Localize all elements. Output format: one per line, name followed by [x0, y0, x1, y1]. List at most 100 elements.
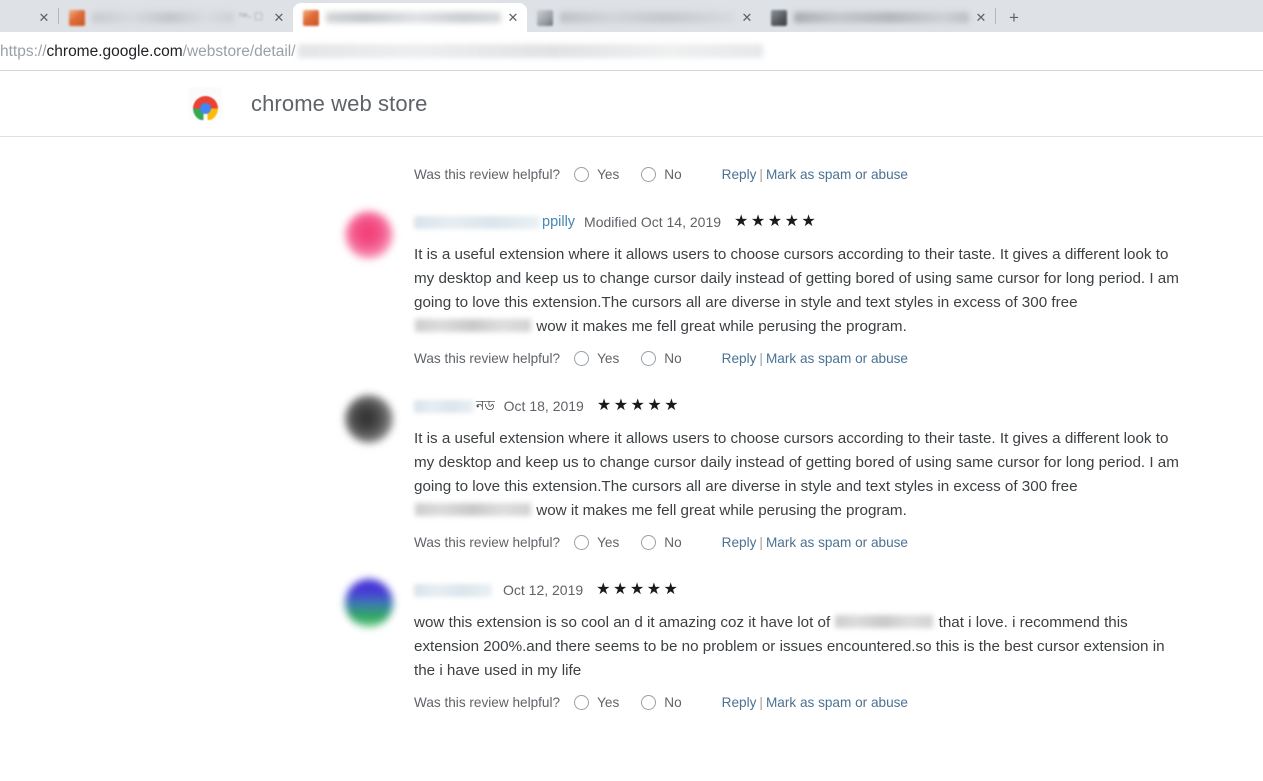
review-body-3: Oct 12, 2019 ★★★★★ wow this extension is…	[414, 579, 1223, 739]
new-tab-button[interactable]: +	[1000, 3, 1028, 31]
mark-spam-link-3[interactable]: Mark as spam or abuse	[766, 695, 908, 710]
author-name-redacted-1	[414, 215, 540, 229]
review-body-2: নড Oct 18, 2019 ★★★★★ It is a useful ext…	[414, 395, 1223, 579]
helpful-yes-option-2[interactable]: Yes	[574, 534, 620, 550]
mark-spam-link-2[interactable]: Mark as spam or abuse	[766, 535, 908, 550]
page-content: chrome web store Was this review helpful…	[0, 71, 1263, 781]
review-text-after-2: wow it makes me fell great while perusin…	[532, 502, 907, 519]
site-title[interactable]: chrome web store	[251, 91, 427, 117]
review-meta-2: নড Oct 18, 2019 ★★★★★	[414, 395, 1223, 417]
helpful-no-option-3[interactable]: No	[641, 694, 682, 710]
browser-tab-4[interactable]: ✕	[527, 3, 761, 32]
tab-title-redacted-5	[794, 12, 969, 23]
helpful-no-option-0[interactable]: No	[641, 166, 682, 182]
url-host: chrome.google.com	[46, 42, 183, 60]
author-name-2[interactable]: নড	[476, 394, 495, 418]
radio-yes-icon-3[interactable]	[574, 694, 590, 710]
mark-spam-link-1[interactable]: Mark as spam or abuse	[766, 351, 908, 366]
helpful-yes-option-0[interactable]: Yes	[574, 166, 620, 182]
avatar-pink	[345, 211, 393, 259]
action-separator-0: |	[759, 166, 763, 182]
avatar-dark	[345, 395, 393, 443]
omnibox-bar[interactable]: https://chrome.google.com/webstore/detai…	[0, 32, 1263, 71]
radio-yes-icon-0[interactable]	[574, 166, 590, 182]
review-item-3: Oct 12, 2019 ★★★★★ wow this extension is…	[0, 579, 1263, 739]
star-rating-1: ★★★★★	[734, 213, 819, 230]
browser-tab-3-active[interactable]: ✕	[293, 3, 527, 32]
review-text-redaction-2	[415, 503, 531, 516]
review-actions-1: Reply | Mark as spam or abuse	[722, 351, 908, 366]
radio-yes-icon-2[interactable]	[574, 534, 590, 550]
tab-favicon-icon-3	[303, 9, 319, 26]
helpful-no-label-2: No	[664, 534, 682, 550]
helpful-yes-label-3: Yes	[597, 694, 620, 710]
helpful-no-label-3: No	[664, 694, 682, 710]
helpful-question-3: Was this review helpful?	[414, 694, 561, 710]
review-meta-3: Oct 12, 2019 ★★★★★	[414, 579, 1223, 601]
tab-favicon-icon-5	[771, 9, 787, 26]
reviews-list: Was this review helpful? Yes No Reply | Ma…	[0, 137, 1263, 739]
review-body-1: ppilly Modified Oct 14, 2019 ★★★★★ It is…	[414, 211, 1223, 395]
action-separator-3: |	[759, 694, 763, 710]
helpful-row-1: Was this review helpful? Yes No Reply | Ma…	[414, 347, 1223, 369]
url-path: /webstore/detail/	[182, 42, 296, 60]
radio-no-icon-0[interactable]	[641, 166, 657, 182]
browser-tab-5[interactable]: ✕	[761, 3, 995, 32]
reply-link-0[interactable]: Reply	[722, 167, 757, 182]
chrome-web-store-header: chrome web store	[0, 71, 1263, 137]
browser-tab-strip: ✕ ™- ☐ ✕ ✕ ✕ ✕ +	[0, 0, 1263, 32]
tab-favicon-icon-2	[69, 9, 85, 26]
tab-close-icon-5[interactable]: ✕	[973, 10, 989, 26]
tab-title-redacted-4	[560, 12, 735, 23]
author-name-redacted-2	[414, 399, 474, 413]
url-remainder-redacted	[297, 43, 763, 58]
tab-favicon-icon-4	[537, 9, 553, 26]
author-name-1[interactable]: ppilly	[542, 214, 575, 230]
review-meta-1: ppilly Modified Oct 14, 2019 ★★★★★	[414, 211, 1223, 233]
radio-no-icon-3[interactable]	[641, 694, 657, 710]
omnibox-url-text[interactable]: https://chrome.google.com/webstore/detai…	[0, 42, 763, 61]
review-actions-0: Reply | Mark as spam or abuse	[722, 167, 908, 182]
url-scheme: https://	[0, 42, 47, 60]
tab-close-icon-1[interactable]: ✕	[36, 10, 52, 26]
review-text-after-1: wow it makes me fell great while perusin…	[532, 318, 907, 335]
review-item-1: ppilly Modified Oct 14, 2019 ★★★★★ It is…	[0, 211, 1263, 395]
review-text-2: It is a useful extension where it allows…	[414, 427, 1186, 523]
helpful-yes-option-1[interactable]: Yes	[574, 350, 619, 366]
reply-link-2[interactable]: Reply	[722, 535, 757, 550]
tab-close-icon-2[interactable]: ✕	[271, 10, 287, 26]
review-text-3: wow this extension is so cool an d it am…	[414, 611, 1186, 683]
radio-no-icon-2[interactable]	[641, 534, 657, 550]
helpful-row-2: Was this review helpful? Yes No Reply | Ma…	[414, 531, 1223, 553]
mark-spam-link-0[interactable]: Mark as spam or abuse	[766, 167, 908, 182]
review-text-1: It is a useful extension where it allows…	[414, 243, 1186, 339]
avatar-image-2	[345, 395, 393, 443]
review-body-partial: Was this review helpful? Yes No Reply | Ma…	[414, 155, 1223, 211]
radio-no-icon-1[interactable]	[641, 350, 657, 366]
review-actions-3: Reply | Mark as spam or abuse	[722, 695, 908, 710]
action-separator-2: |	[759, 534, 763, 550]
reply-link-1[interactable]: Reply	[722, 351, 757, 366]
helpful-no-label-0: No	[664, 166, 682, 182]
tab-close-icon-4[interactable]: ✕	[739, 10, 755, 26]
browser-tab-1[interactable]: ✕	[0, 3, 58, 32]
radio-yes-icon-1[interactable]	[574, 350, 590, 366]
star-rating-2: ★★★★★	[596, 397, 682, 414]
helpful-row-0: Was this review helpful? Yes No Reply | Ma…	[414, 163, 1223, 185]
avatar-image-1	[345, 211, 393, 259]
review-text-redaction-3	[835, 615, 934, 628]
helpful-no-option-1[interactable]: No	[641, 350, 682, 366]
tab-close-icon-3[interactable]: ✕	[505, 10, 521, 26]
action-separator-1: |	[759, 350, 763, 366]
chrome-web-store-logo-icon[interactable]	[189, 87, 222, 120]
helpful-yes-label-2: Yes	[597, 534, 620, 550]
helpful-no-option-2[interactable]: No	[641, 534, 682, 550]
reply-link-3[interactable]: Reply	[722, 695, 757, 710]
helpful-yes-label-0: Yes	[597, 166, 620, 182]
browser-tab-2[interactable]: ™- ☐ ✕	[59, 3, 293, 32]
helpful-no-label-1: No	[664, 350, 682, 366]
helpful-yes-option-3[interactable]: Yes	[574, 694, 620, 710]
review-text-before-3: wow this extension is so cool an d it am…	[414, 614, 835, 631]
helpful-question-2: Was this review helpful?	[414, 534, 561, 550]
star-rating-3: ★★★★★	[596, 581, 681, 598]
